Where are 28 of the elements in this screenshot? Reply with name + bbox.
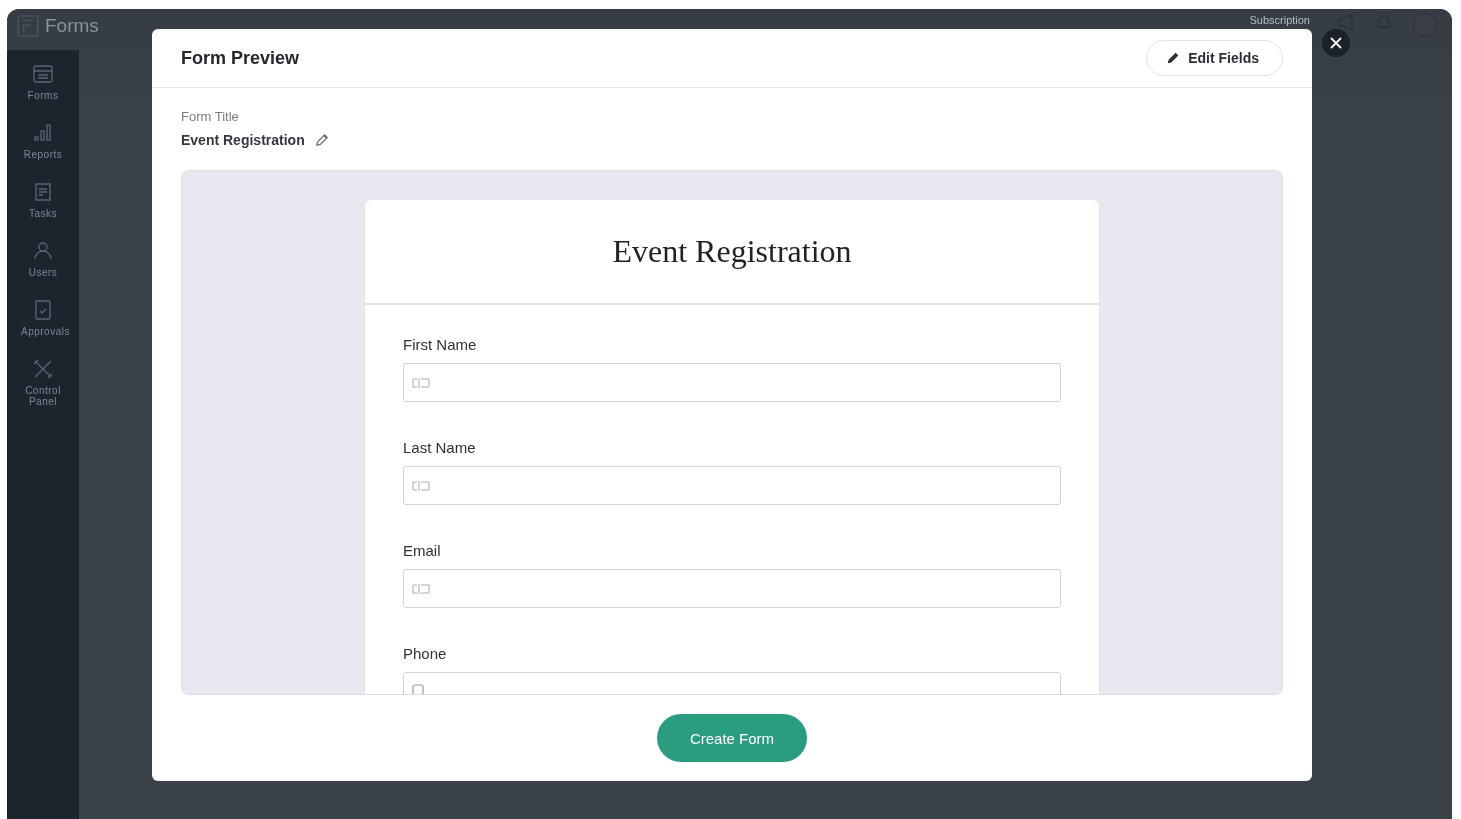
text-field-icon (412, 480, 430, 491)
app-name: Forms (45, 15, 99, 37)
field-label: Email (403, 542, 442, 559)
form-title: Event Registration (181, 132, 305, 148)
input-field[interactable] (403, 466, 1061, 505)
sidebar-item[interactable]: Users (10, 239, 76, 278)
input-field[interactable] (403, 569, 1061, 608)
edit-fields-button[interactable]: Edit Fields (1146, 40, 1283, 76)
sidebar-item[interactable]: Tasks (10, 180, 76, 219)
sidebar-item[interactable]: Control Panel (10, 357, 76, 407)
sidebar-item[interactable]: Reports (10, 121, 76, 160)
text-field-icon (412, 377, 430, 388)
sidebar-item[interactable]: Approvals (10, 298, 76, 337)
tools-icon (31, 357, 55, 381)
close-icon (1330, 37, 1342, 49)
field-label: Phone (403, 645, 448, 662)
create-form-button[interactable]: Create Form (657, 714, 807, 762)
list-icon (31, 62, 55, 86)
text-field-icon (412, 583, 430, 594)
field-label: First Name (403, 336, 478, 353)
input-field[interactable] (403, 363, 1061, 402)
pencil-icon[interactable] (314, 133, 329, 147)
form-heading: Event Registration (612, 233, 852, 270)
sidebar-item[interactable]: Forms (10, 62, 76, 101)
subscription-link[interactable]: Subscription (1249, 14, 1310, 26)
field-label: Last Name (403, 439, 477, 456)
modal-title: Form Preview (181, 47, 300, 69)
form-title-label: Form Title (181, 109, 240, 124)
